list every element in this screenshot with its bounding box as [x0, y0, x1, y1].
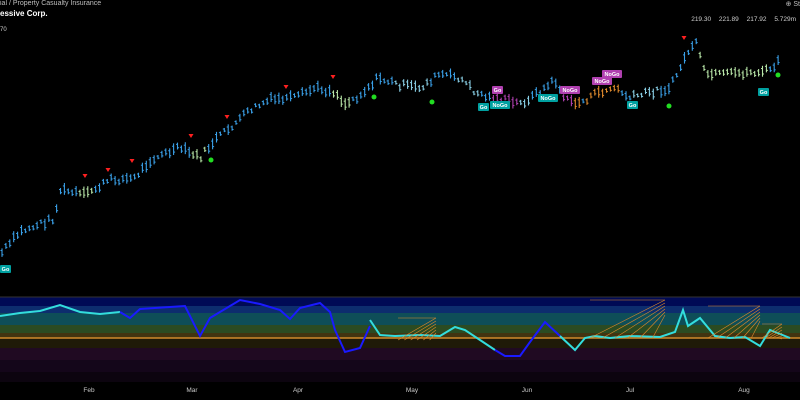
down-triangle-marker — [330, 75, 336, 79]
go-dot-marker — [775, 72, 781, 78]
month-tick-label: Jul — [626, 387, 635, 394]
down-triangle-marker — [681, 36, 687, 40]
signal-label-text: NoGo — [493, 103, 509, 109]
signal-label-text: Go — [480, 105, 488, 111]
signal-label-text: Go — [760, 90, 768, 96]
month-tick-label: Jun — [522, 387, 533, 394]
month-tick-label: Mar — [186, 387, 198, 394]
month-tick-label: Feb — [83, 387, 95, 394]
oscillator-band — [0, 325, 800, 333]
oscillator-band — [0, 297, 800, 306]
go-dot-marker — [666, 103, 672, 109]
month-tick-label: Aug — [738, 387, 750, 394]
go-dot-marker — [371, 94, 377, 100]
month-tick-label: Apr — [293, 387, 304, 394]
signal-label-text: Go — [494, 88, 502, 94]
go-dot-marker — [208, 157, 214, 163]
oscillator-band — [0, 348, 800, 360]
oscillator-band — [0, 360, 800, 372]
oscillator-band — [0, 338, 800, 348]
down-triangle-marker — [188, 134, 194, 138]
down-triangle-marker — [129, 159, 135, 163]
down-triangle-marker — [283, 85, 289, 89]
down-triangle-marker — [105, 168, 111, 172]
go-dot-marker — [429, 99, 435, 105]
signal-label-text: Go — [629, 103, 637, 109]
down-triangle-marker — [82, 174, 88, 178]
signal-label-text: NoGo — [595, 79, 611, 85]
signal-label-text: NoGo — [563, 88, 579, 94]
price-chart[interactable]: Feb Mar Apr May Jun Jul AugGoGo NoGoGoNoGoNoGoN… — [0, 0, 800, 400]
month-tick-label: May — [406, 387, 419, 394]
signal-label-text: NoGo — [605, 72, 621, 78]
signal-label-text: NoGo — [541, 96, 557, 102]
oscillator-band — [0, 306, 800, 313]
down-triangle-marker — [224, 115, 230, 119]
oscillator-band — [0, 372, 800, 382]
signal-label-text: Go — [2, 267, 10, 273]
